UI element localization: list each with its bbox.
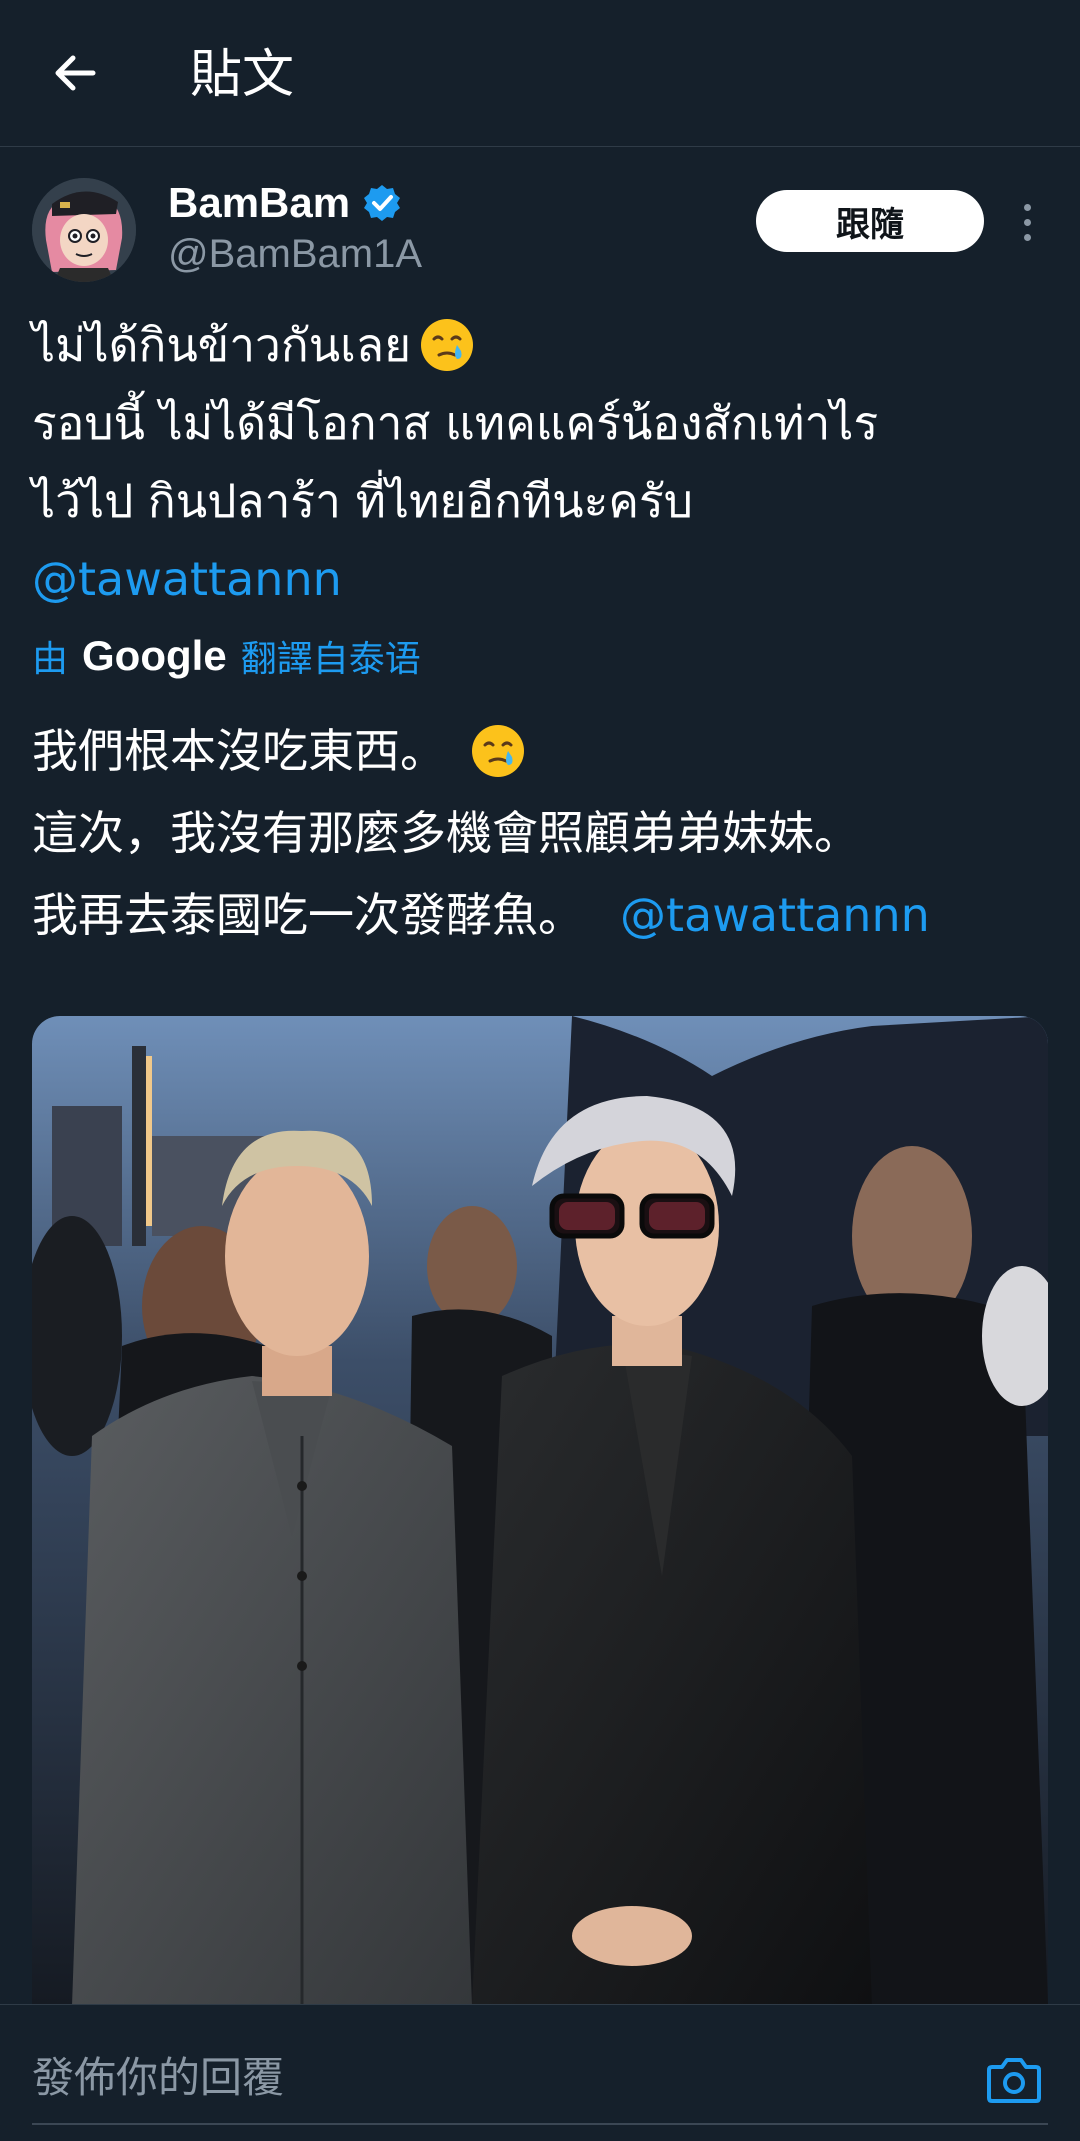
back-button[interactable] bbox=[44, 42, 106, 104]
text-line-content: 我再去泰國吃一次發酵魚。 bbox=[32, 888, 584, 942]
face-holding-back-tears-emoji bbox=[472, 725, 524, 777]
display-name: BamBam bbox=[168, 179, 351, 226]
text-line-content: ไว้ไป กินปลาร้า ที่ไทยอีกทีนะครับ bbox=[32, 474, 693, 528]
reply-input[interactable] bbox=[32, 2049, 912, 2105]
text-line: 我再去泰國吃一次發酵魚。 @tawattannn bbox=[32, 874, 1052, 956]
photo-image bbox=[32, 1016, 1048, 2006]
verified-badge-icon bbox=[364, 185, 401, 221]
more-dot bbox=[1023, 233, 1031, 241]
face-holding-back-tears-emoji bbox=[421, 319, 474, 371]
translate-prefix: 由 bbox=[32, 639, 69, 680]
text-line: ไว้ไป กินปลาร้า ที่ไทยอีกทีนะครับ bbox=[32, 462, 1042, 540]
google-logo: Google bbox=[82, 632, 227, 679]
text-line-content: 我們根本沒吃東西。 bbox=[32, 724, 446, 778]
text-line: ไม่ได้กินข้าวกันเลย bbox=[32, 306, 1042, 384]
text-line: 這次，我沒有那麼多機會照顧弟弟妹妹。 bbox=[32, 792, 1052, 874]
user-handle: @BamBam1A bbox=[168, 232, 423, 276]
author-name-row[interactable]: BamBam bbox=[168, 172, 402, 234]
translate-source-link[interactable]: 翻譯自泰语 bbox=[241, 630, 421, 682]
avatar-illustration bbox=[32, 178, 136, 282]
mention-link[interactable]: @tawattannn bbox=[32, 540, 342, 618]
page-title: 貼文 bbox=[190, 46, 295, 104]
text-line: รอบนี้ ไม่ได้มีโอกาส แทคแคร์น้องสักเท่าไ… bbox=[32, 384, 1042, 462]
top-bar: 貼文 bbox=[0, 0, 1080, 147]
more-dot bbox=[1023, 218, 1031, 226]
arrow-left-icon bbox=[55, 55, 96, 91]
avatar[interactable] bbox=[32, 178, 136, 282]
text-line-content: 這次，我沒有那麼多機會照顧弟弟妹妹。 bbox=[32, 806, 860, 860]
translation-attribution: 由 Google 翻譯自泰语 bbox=[32, 630, 421, 682]
text-line-content: ไม่ได้กินข้าวกันเลย bbox=[32, 318, 412, 372]
reply-underline bbox=[32, 2123, 1048, 2125]
follow-button[interactable]: 跟隨 bbox=[756, 190, 984, 252]
mention-link[interactable]: @tawattannn bbox=[620, 874, 930, 956]
more-vertical-icon bbox=[1023, 203, 1031, 211]
text-line-content: รอบนี้ ไม่ได้มีโอกาส แทคแคร์น้องสักเท่าไ… bbox=[32, 396, 879, 450]
text-line: 我們根本沒吃東西。 bbox=[32, 710, 1052, 792]
more-options-button[interactable] bbox=[1012, 196, 1042, 248]
camera-icon[interactable] bbox=[986, 2053, 1042, 2105]
post-photo[interactable] bbox=[32, 1016, 1048, 2006]
post-text-translated: 我們根本沒吃東西。 這次，我沒有那麼多機會照顧弟弟妹妹。 我再去泰國吃一次發酵魚… bbox=[32, 710, 1052, 956]
reply-bar bbox=[0, 2004, 1080, 2141]
text-line: @tawattannn bbox=[32, 540, 1042, 618]
post-text-original: ไม่ได้กินข้าวกันเลย รอบนี้ ไม่ได้มีโอกาส… bbox=[32, 306, 1042, 618]
